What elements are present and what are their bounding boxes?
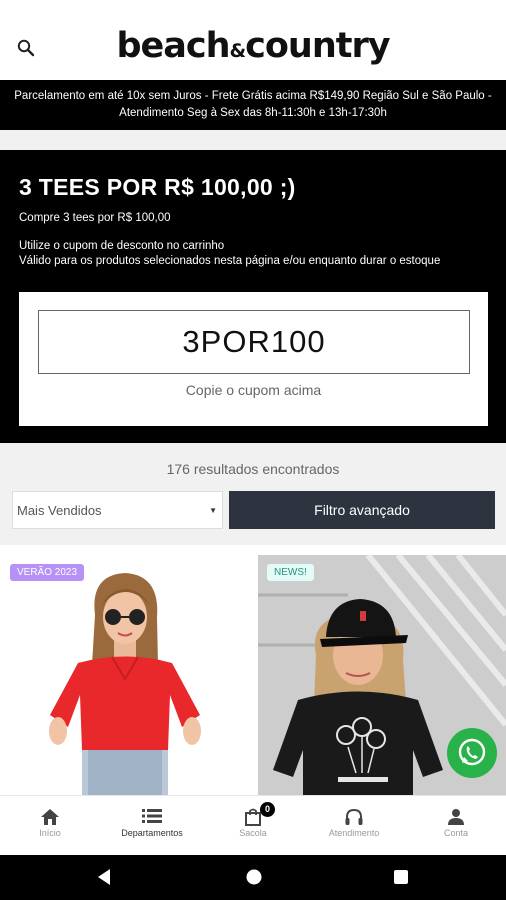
home-icon xyxy=(41,809,59,825)
promo-instructions: Utilize o cupom de desconto no carrinho xyxy=(19,240,225,252)
nav-label: Conta xyxy=(443,828,469,838)
sort-select[interactable]: Mais Vendidos ▼ xyxy=(12,491,223,529)
announcement-line-1: Parcelamento em até 10x sem Juros - Fret… xyxy=(14,90,492,102)
product-image[interactable] xyxy=(0,555,248,795)
home-circle-icon[interactable] xyxy=(245,868,263,886)
product-grid: VERÃO 2023 NEWS! xyxy=(0,545,506,795)
cart-count-badge: 0 xyxy=(260,802,275,817)
promo-subtitle: Compre 3 tees por R$ 100,00 xyxy=(19,212,171,224)
shopping-bag-icon xyxy=(245,808,261,826)
sort-selected-value: Mais Vendidos xyxy=(17,503,102,518)
back-icon[interactable] xyxy=(96,868,112,886)
announcement-line-2: Atendimento Seg à Sex das 8h-11:30h e 13… xyxy=(119,107,387,119)
headphones-icon xyxy=(345,808,363,825)
announcement-bar: Parcelamento em até 10x sem Juros - Fret… xyxy=(0,80,506,130)
nav-item-departamentos[interactable]: Departamentos xyxy=(102,796,202,856)
coupon-hint: Copie o cupom acima xyxy=(185,382,322,398)
section-divider xyxy=(0,130,506,150)
nav-label: Departamentos xyxy=(121,828,183,838)
app-screen: beach&country Parcelamento em até 10x se… xyxy=(0,0,506,900)
nav-item-sacola[interactable]: 0 Sacola xyxy=(203,796,303,856)
promo-banner: 3 TEES POR R$ 100,00 ;) Compre 3 tees po… xyxy=(0,150,506,443)
recent-apps-icon[interactable] xyxy=(393,868,409,886)
filter-bar: 176 resultados encontrados Mais Vendidos… xyxy=(0,443,506,545)
whatsapp-button[interactable] xyxy=(447,728,497,778)
nav-item-inicio[interactable]: Início xyxy=(0,796,100,856)
product-badge: VERÃO 2023 xyxy=(10,564,85,581)
nav-label: Atendimento xyxy=(328,828,380,838)
whatsapp-icon xyxy=(458,738,486,766)
coupon-code[interactable]: 3POR100 xyxy=(38,310,470,374)
results-count: 176 resultados encontrados xyxy=(166,461,340,477)
user-icon xyxy=(448,809,464,825)
brand-logo[interactable]: beach&country xyxy=(0,26,506,66)
product-card[interactable]: VERÃO 2023 xyxy=(0,555,248,795)
bottom-navigation: Início Departamentos 0 Sacola Atendiment… xyxy=(0,795,506,855)
advanced-filter-button[interactable]: Filtro avançado xyxy=(229,491,495,529)
nav-label: Sacola xyxy=(239,828,267,838)
header: beach&country xyxy=(0,0,506,78)
dropdown-arrow-icon: ▼ xyxy=(209,506,217,515)
system-navigation-bar xyxy=(0,855,506,900)
coupon-card: 3POR100 Copie o cupom acima xyxy=(19,292,488,426)
nav-item-atendimento[interactable]: Atendimento xyxy=(304,796,404,856)
nav-item-conta[interactable]: Conta xyxy=(406,796,506,856)
promo-title: 3 TEES POR R$ 100,00 ;) xyxy=(19,174,296,200)
nav-label: Início xyxy=(39,828,61,838)
product-badge: NEWS! xyxy=(267,564,314,581)
promo-conditions: Válido para os produtos selecionados nes… xyxy=(19,255,441,267)
list-icon xyxy=(142,809,162,823)
